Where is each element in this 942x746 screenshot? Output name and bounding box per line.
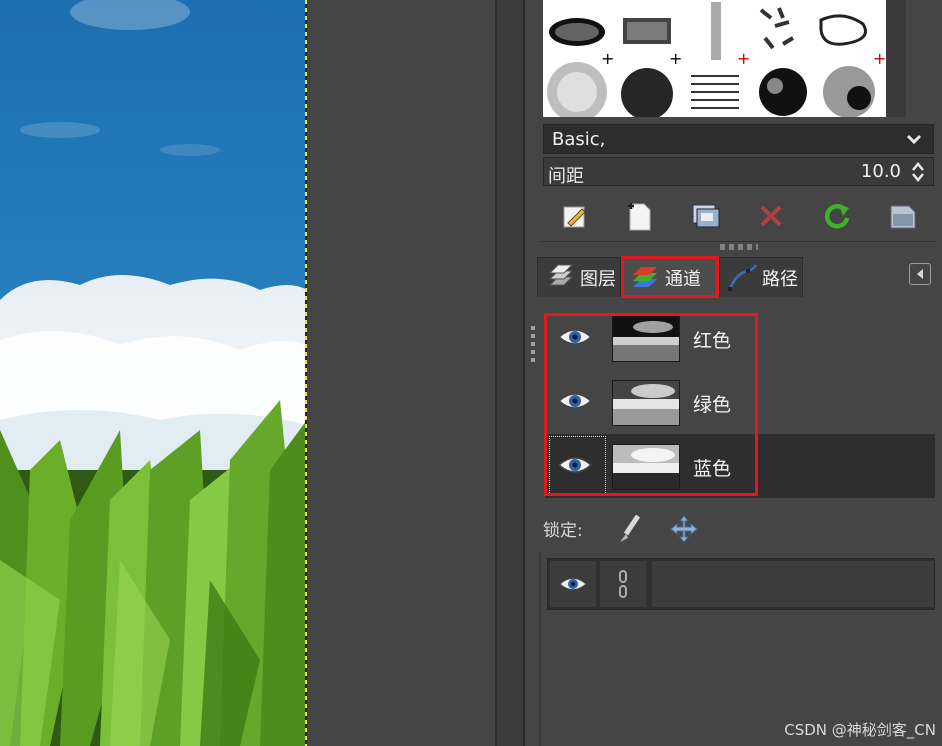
dock-handle[interactable]	[531, 326, 535, 362]
dock-tabs: 图层 通道 路径	[537, 255, 936, 298]
channel-name: 绿色	[693, 394, 732, 416]
channel-row-blue[interactable]: 蓝色	[545, 434, 935, 498]
channel-thumbnail	[612, 380, 680, 426]
eye-icon	[557, 393, 593, 409]
canvas-empty-area[interactable]	[307, 0, 495, 746]
tab-menu-button[interactable]	[909, 263, 931, 285]
spacing-label: 间距	[548, 166, 584, 187]
lock-position-icon	[670, 515, 698, 543]
watermark: CSDN @神秘剑客_CN	[784, 721, 936, 739]
tab-layers-label: 图层	[580, 268, 616, 290]
eye-icon	[558, 577, 588, 591]
tab-layers[interactable]: 图层	[537, 257, 621, 297]
channel-name: 蓝色	[693, 458, 732, 480]
brush-tag-filter-value: Basic,	[552, 128, 606, 150]
tab-channels[interactable]: 通道	[621, 256, 719, 298]
brush-actions	[539, 190, 936, 242]
brush-grid-frame	[906, 0, 936, 117]
edit-brush-icon	[563, 206, 586, 228]
channels-icon	[633, 266, 657, 287]
brush-tag-filter[interactable]: Basic,	[543, 124, 934, 154]
spacing-value[interactable]: 10.0	[861, 161, 901, 182]
brush-grid[interactable]: + + + +	[543, 0, 886, 117]
dock-separator-grip[interactable]	[720, 244, 758, 250]
canvas-vertical-scrollbar[interactable]	[497, 0, 523, 746]
channel-row-green[interactable]: 绿色	[545, 370, 935, 434]
chain-icon	[619, 570, 627, 598]
brush-tile[interactable]: +	[549, 18, 614, 68]
layer-attributes-row	[547, 558, 935, 610]
channel-thumbnail	[612, 444, 680, 490]
svg-text:+: +	[601, 49, 614, 68]
delete-brush-button[interactable]	[753, 198, 789, 234]
lock-pixels-icon	[620, 514, 641, 542]
open-as-image-button[interactable]	[885, 198, 921, 234]
visibility-toggle[interactable]	[550, 561, 596, 607]
channels-list: 红色 绿色 蓝色	[539, 300, 936, 510]
layers-icon	[548, 264, 574, 285]
tab-paths[interactable]: 路径	[719, 257, 803, 297]
canvas-image[interactable]	[0, 0, 307, 746]
new-brush-icon	[628, 203, 651, 231]
lock-pixels-button[interactable]	[613, 512, 647, 546]
attribute-preview	[652, 561, 934, 607]
channel-row-red[interactable]: 红色	[545, 306, 935, 370]
svg-text:+: +	[669, 49, 682, 68]
brush-tile[interactable]	[621, 68, 673, 117]
gimp-window: + + + + Basic, 间距 10.0 图层 通道 路径 红色 绿色 蓝色…	[0, 0, 942, 746]
chevron-down-icon[interactable]	[905, 130, 923, 148]
visibility-toggle[interactable]	[555, 322, 595, 352]
eye-icon	[557, 457, 593, 473]
delete-brush-icon	[760, 205, 782, 227]
brush-tile[interactable]	[547, 62, 607, 117]
duplicate-brush-button[interactable]	[687, 198, 723, 234]
spacing-spinscale[interactable]: 间距 10.0	[543, 157, 934, 187]
channel-thumbnail	[612, 316, 680, 362]
brush-tile[interactable]	[691, 75, 739, 109]
brush-tile[interactable]: +	[711, 2, 750, 68]
refresh-brushes-icon	[824, 204, 850, 229]
brush-tile[interactable]: +	[623, 18, 682, 68]
tab-paths-label: 路径	[762, 268, 798, 290]
refresh-brushes-button[interactable]	[819, 198, 855, 234]
new-brush-button[interactable]	[621, 198, 657, 234]
chain-toggle[interactable]	[600, 561, 646, 607]
open-as-image-icon	[890, 205, 916, 229]
brush-tile[interactable]	[823, 66, 875, 117]
spinner-arrows-icon[interactable]	[909, 161, 927, 183]
brush-grid-scrollbar[interactable]	[886, 0, 906, 117]
visibility-toggle[interactable]	[555, 450, 595, 480]
lock-row: 锁定:	[539, 510, 936, 550]
eye-icon	[557, 329, 593, 345]
paths-icon	[728, 263, 758, 291]
duplicate-brush-icon	[692, 204, 720, 228]
visibility-toggle[interactable]	[555, 386, 595, 416]
svg-text:+: +	[873, 49, 886, 68]
brush-tile[interactable]: +	[819, 14, 886, 68]
svg-text:+: +	[737, 49, 750, 68]
brush-tile[interactable]	[759, 7, 795, 50]
tab-menu-arrow-icon	[917, 269, 923, 279]
lock-position-button[interactable]	[667, 512, 701, 546]
edit-brush-button[interactable]	[557, 198, 593, 234]
tab-channels-label: 通道	[665, 268, 701, 290]
channel-name: 红色	[693, 330, 732, 352]
lock-label: 锁定:	[543, 521, 583, 541]
brush-tile[interactable]	[759, 68, 807, 116]
preview-area	[539, 552, 936, 746]
